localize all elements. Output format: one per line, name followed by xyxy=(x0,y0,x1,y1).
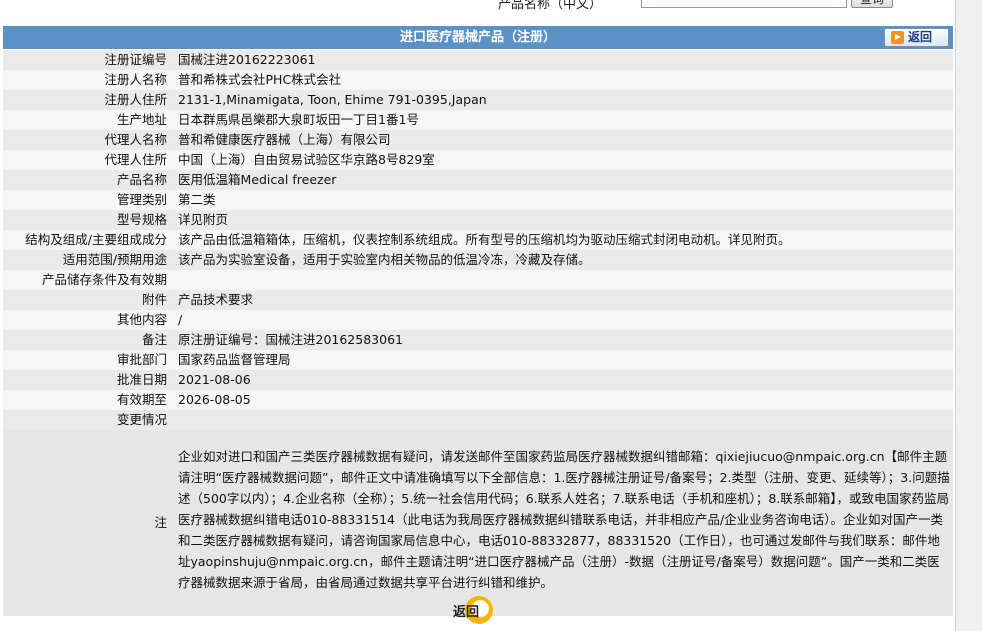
field-label: 注册证编号 xyxy=(3,50,174,70)
table-row: 产品名称 医用低温箱Medical freezer xyxy=(3,170,953,190)
field-value: 国械注进20162223061 xyxy=(174,50,953,70)
field-value: 2131-1,Minamigata, Toon, Ehime 791-0395,… xyxy=(174,90,953,110)
field-value: 第二类 xyxy=(174,190,953,210)
detail-table: 注册证编号 国械注进20162223061 注册人名称 普和希株式会社PHC株式会社注… xyxy=(3,50,953,616)
field-value xyxy=(174,270,953,290)
field-label: 备注 xyxy=(3,330,174,350)
field-value: 医用低温箱Medical freezer xyxy=(174,170,953,190)
field-label: 注册人住所 xyxy=(3,90,174,110)
table-row: 批准日期 2021-08-06 xyxy=(3,370,953,390)
back-button-label: 返回 xyxy=(908,30,933,44)
bottom-back-label: 返回 xyxy=(453,605,480,620)
field-value: 产品技术要求 xyxy=(174,290,953,310)
field-value: 国家药品监督管理局 xyxy=(174,350,953,370)
field-label: 管理类别 xyxy=(3,190,174,210)
field-label: 附件 xyxy=(3,290,174,310)
table-row: 生产地址 日本群馬県邑樂郡大泉町坂田一丁目1番1号 xyxy=(3,110,953,130)
table-row: 代理人名称 普和希健康医疗器械（上海）有限公司 xyxy=(3,130,953,150)
table-row: 产品储存条件及有效期 xyxy=(3,270,953,290)
field-label: 结构及组成/主要组成成分 xyxy=(3,230,174,250)
field-label: 其他内容 xyxy=(3,310,174,330)
field-label: 型号规格 xyxy=(3,210,174,230)
table-row: 注册人名称 普和希株式会社PHC株式会社 xyxy=(3,70,953,90)
field-label: 注册人名称 xyxy=(3,70,174,90)
bottom-back-button[interactable]: 返回 xyxy=(451,596,499,624)
field-value: 中国（上海）自由贸易试验区华京路8号829室 xyxy=(174,150,953,170)
field-value: 普和希株式会社PHC株式会社 xyxy=(174,70,953,90)
field-value: 日本群馬県邑樂郡大泉町坂田一丁目1番1号 xyxy=(174,110,953,130)
table-row: 其他内容 / xyxy=(3,310,953,330)
table-row: 备注 原注册证编号：国械注进20162583061 xyxy=(3,330,953,350)
field-label: 变更情况 xyxy=(3,410,174,430)
search-button[interactable]: 查询 xyxy=(851,0,893,8)
table-row: 变更情况 xyxy=(3,410,953,430)
note-row: 注企业如对进口和国产三类医疗器械数据有疑问，请发送邮件至国家药监局医疗器械数据纠… xyxy=(3,430,953,616)
table-row: 结构及组成/主要组成成分 该产品由低温箱箱体，压缩机，仪表控制系统组成。所有型号的… xyxy=(3,230,953,250)
field-value xyxy=(174,410,953,430)
search-bar: 产品名称（中文） 查询 xyxy=(0,0,955,26)
table-row: 审批部门 国家药品监督管理局 xyxy=(3,350,953,370)
field-label: 批准日期 xyxy=(3,370,174,390)
field-label: 有效期至 xyxy=(3,390,174,410)
back-button[interactable]: 返回 xyxy=(884,28,949,47)
table-row: 代理人住所 中国（上海）自由贸易试验区华京路8号829室 xyxy=(3,150,953,170)
field-value: 该产品由低温箱箱体，压缩机，仪表控制系统组成。所有型号的压缩机均为驱动压缩式封闭… xyxy=(174,230,953,250)
field-label: 产品储存条件及有效期 xyxy=(3,270,174,290)
search-label: 产品名称（中文） xyxy=(498,0,603,12)
page-title: 进口医疗器械产品（注册） xyxy=(399,30,556,45)
note-text: 企业如对进口和国产三类医疗器械数据有疑问，请发送邮件至国家药监局医疗器械数据纠错… xyxy=(174,430,953,616)
field-value: 原注册证编号：国械注进20162583061 xyxy=(174,330,953,350)
field-label: 代理人名称 xyxy=(3,130,174,150)
arrow-right-icon xyxy=(891,31,904,44)
table-row: 注册证编号 国械注进20162223061 xyxy=(3,50,953,70)
field-label: 生产地址 xyxy=(3,110,174,130)
table-row: 有效期至 2026-08-05 xyxy=(3,390,953,410)
field-value: 该产品为实验室设备，适用于实验室内相关物品的低温冷冻，冷藏及存储。 xyxy=(174,250,953,270)
field-label: 适用范围/预期用途 xyxy=(3,250,174,270)
field-value: 2021-08-06 xyxy=(174,370,953,390)
scrollbar[interactable] xyxy=(955,0,982,631)
field-label: 审批部门 xyxy=(3,350,174,370)
field-value: / xyxy=(174,310,953,330)
search-input[interactable] xyxy=(641,0,847,8)
field-label: 产品名称 xyxy=(3,170,174,190)
field-value: 普和希健康医疗器械（上海）有限公司 xyxy=(174,130,953,150)
field-value: 详见附页 xyxy=(174,210,953,230)
table-row: 注册人住所 2131-1,Minamigata, Toon, Ehime 791-… xyxy=(3,90,953,110)
note-label: 注 xyxy=(3,430,174,616)
table-row: 附件 产品技术要求 xyxy=(3,290,953,310)
field-value: 2026-08-05 xyxy=(174,390,953,410)
table-row: 管理类别 第二类 xyxy=(3,190,953,210)
table-row: 型号规格 详见附页 xyxy=(3,210,953,230)
table-row: 适用范围/预期用途 该产品为实验室设备，适用于实验室内相关物品的低温冷冻，冷藏及存… xyxy=(3,250,953,270)
field-label: 代理人住所 xyxy=(3,150,174,170)
page-header: 进口医疗器械产品（注册） 返回 xyxy=(3,26,953,49)
